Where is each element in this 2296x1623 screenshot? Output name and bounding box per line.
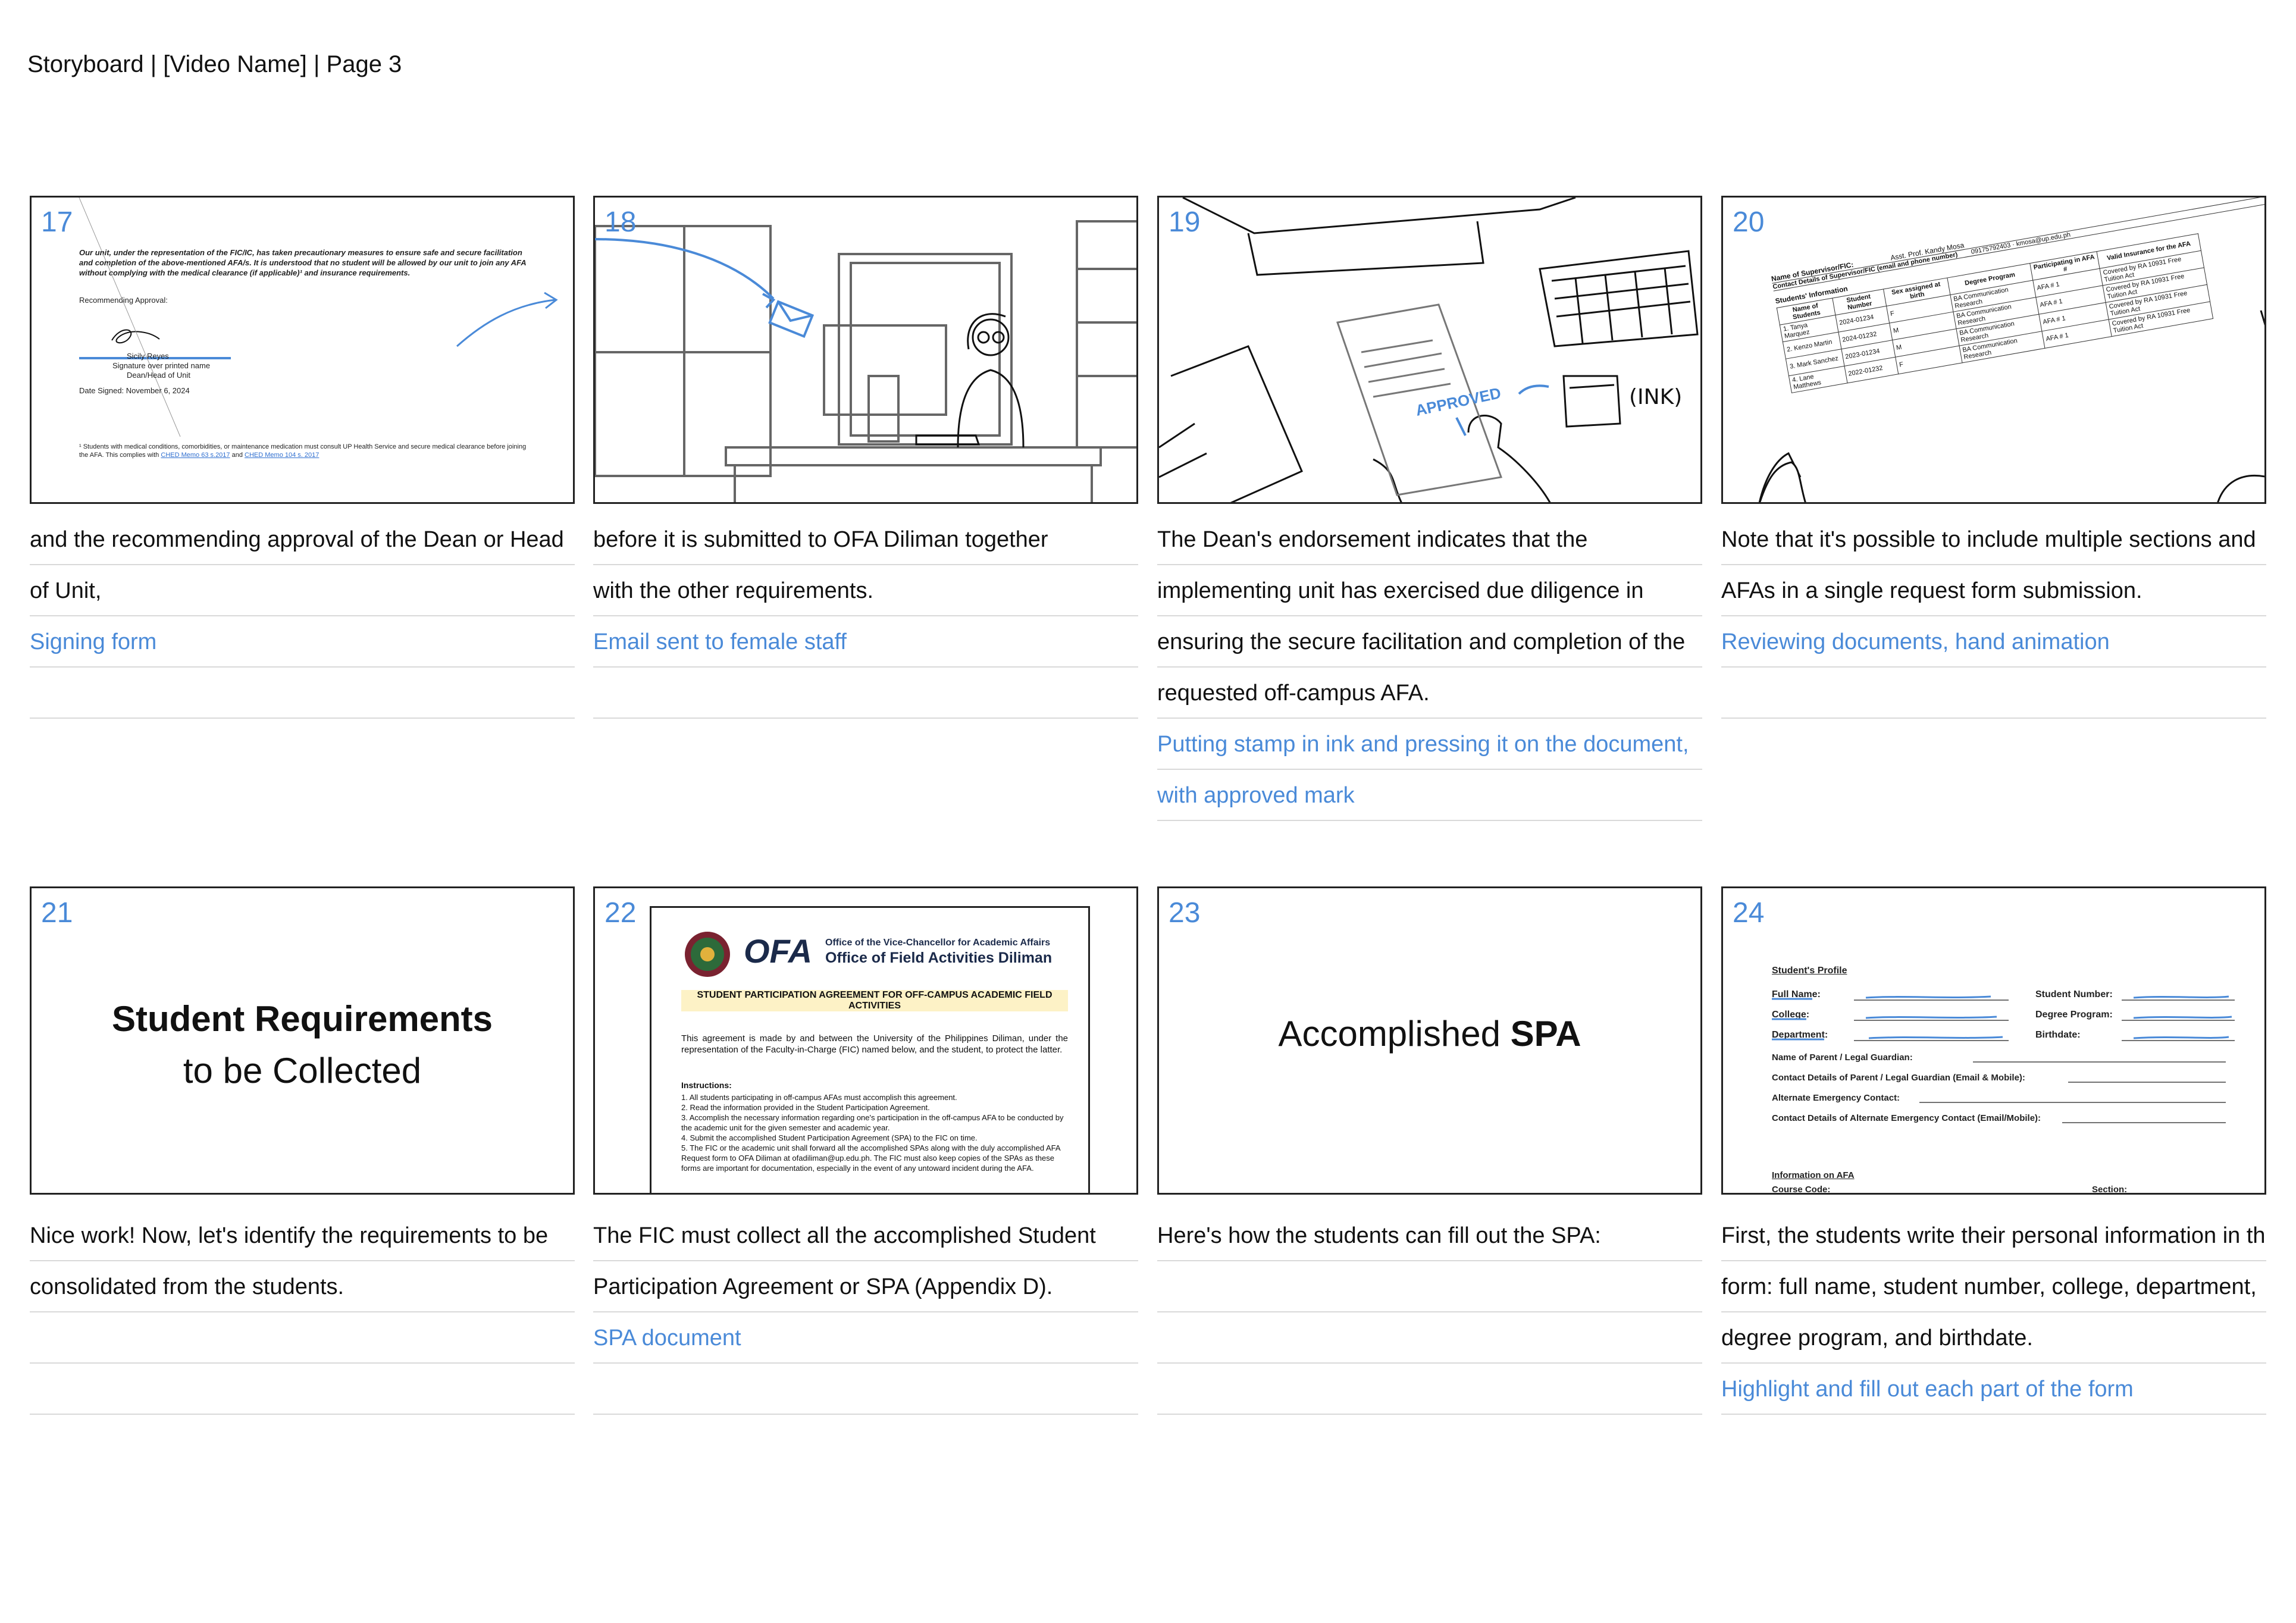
storyboard-frame-24: 24 Student's Profile Full Name: College:… [1721,886,2266,1195]
spa-document: OFA Office of the Vice-Chancellor for Ac… [650,906,1090,1193]
empty-line [30,1312,575,1364]
storyboard-frame-17: 17 Our unit, under the representation of… [30,196,575,504]
notes-20: Note that it's possible to include multi… [1721,514,2266,719]
notes-18: before it is submitted to OFA Diliman to… [593,514,1138,719]
notes-21: Nice work! Now, let's identify the requi… [30,1210,575,1415]
narration-line: with the other requirements. [593,565,1138,616]
office-scene-art [595,220,1136,502]
narration-line: First, the students write their personal… [1721,1210,2266,1261]
empty-line [1721,668,2266,719]
notes-17: and the recommending approval of the Dea… [30,514,575,719]
instruction-item: 3. Accomplish the necessary information … [681,1113,1064,1132]
spa-title: STUDENT PARTICIPATION AGREEMENT FOR OFF-… [681,990,1068,1011]
notes-22: The FIC must collect all the accomplishe… [593,1210,1138,1415]
frame-number: 22 [604,897,637,929]
storyboard-frame-20: 20 Name of Supervisor/FIC: Asst. Prof. K… [1721,196,2266,504]
empty-line [30,1364,575,1415]
narration-line: of Unit, [30,565,575,616]
action-line: Email sent to female staff [593,616,1138,668]
narration-line: Note that it's possible to include multi… [1721,514,2266,565]
alt-contact-label: Alternate Emergency Contact: [1772,1093,1900,1103]
empty-line [30,668,575,719]
frame-number: 19 [1169,206,1201,238]
up-seal-icon [685,932,730,977]
frame-number: 17 [41,206,73,238]
signer-role: Dean/Head of Unit [127,371,190,380]
empty-line [593,668,1138,719]
narration-line: implementing unit has exercised due dili… [1157,565,1702,616]
action-line: with approved mark [1157,770,1702,821]
ched-memo-63-link[interactable]: CHED Memo 63 s.2017 [161,452,230,459]
narration-line: form: full name, student number, college… [1721,1261,2266,1312]
title-light: Accomplished [1278,1014,1501,1054]
narration-line: and the recommending approval of the Dea… [30,514,575,565]
section-label: Section: [2092,1185,2128,1195]
ofa-logo: OFA [744,932,813,970]
form-fields-art [1772,995,2235,1123]
storyboard-frame-18: 18 [593,196,1138,504]
storyboard-frame-23: 23 Accomplished SPA [1157,886,1702,1195]
storyboard-frame-21: 21 Student Requirements to be Collected [30,886,575,1195]
empty-line [1157,1364,1702,1415]
notes-23: Here's how the students can fill out the… [1157,1210,1702,1415]
empty-line [1157,1261,1702,1312]
parent-contact-label: Contact Details of Parent / Legal Guardi… [1772,1073,2025,1083]
parent-label: Name of Parent / Legal Guardian: [1772,1052,1913,1063]
action-line: Reviewing documents, hand animation [1721,616,2266,668]
title-bold: SPA [1510,1014,1581,1054]
narration-line: before it is submitted to OFA Diliman to… [593,514,1138,565]
signer-caption: Signature over printed name [112,361,211,370]
footnote-join: and [231,452,243,459]
action-line: SPA document [593,1312,1138,1364]
ink-label: (INK) [1629,385,1683,409]
narration-line: Nice work! Now, let's identify the requi… [30,1210,575,1261]
signer-name: Sicily Reyes [127,352,169,361]
accomplished-spa-title: Accomplished SPA [1159,1013,1700,1054]
action-line: Highlight and fill out each part of the … [1721,1364,2266,1415]
storyboard-frame-22: 22 OFA Office of the Vice-Chancellor for… [593,886,1138,1195]
instruction-item: 5. The FIC or the academic unit shall fo… [681,1143,1060,1173]
narration-line: ensuring the secure facilitation and com… [1157,616,1702,668]
instruction-item: 2. Read the information provided in the … [681,1103,930,1112]
title-bold: Student Requirements [111,999,493,1039]
frame-number: 20 [1733,206,1765,238]
frame-number: 21 [41,897,73,929]
footnote: ¹ Students with medical conditions, como… [79,443,531,459]
instructions-label: Instructions: [681,1080,732,1090]
storyboard-frame-19: 19 APPROVED (INK) [1157,196,1702,504]
org-line-2: Office of Field Activities Diliman [825,950,1053,966]
frame-number: 23 [1169,897,1201,929]
notes-19: The Dean's endorsement indicates that th… [1157,514,1702,821]
action-line: Putting stamp in ink and pressing it on … [1157,719,1702,770]
empty-line [593,1364,1138,1415]
date-signed: Date Signed: November 6, 2024 [79,386,190,395]
narration-line: The FIC must collect all the accomplishe… [593,1210,1138,1261]
narration-line: Participation Agreement or SPA (Appendix… [593,1261,1138,1312]
frame-number: 18 [604,206,637,238]
narration-line: consolidated from the students. [30,1261,575,1312]
page-title: Storyboard | [Video Name] | Page 3 [27,51,402,77]
spa-intro: This agreement is made by and between th… [681,1033,1068,1055]
title-light: to be Collected [183,1051,422,1091]
narration-line: Here's how the students can fill out the… [1157,1210,1702,1261]
afa-info-title: Information on AFA [1772,1170,1855,1180]
instruction-item: 1. All students participating in off-cam… [681,1093,957,1102]
course-code-label: Course Code: [1772,1185,1831,1195]
narration-line: degree program, and birthdate. [1721,1312,2266,1364]
empty-line [1157,1312,1702,1364]
instruction-item: 4. Submit the accomplished Student Parti… [681,1133,978,1142]
narration-line: The Dean's endorsement indicates that th… [1157,514,1702,565]
instructions-list: 1. All students participating in off-cam… [681,1092,1068,1173]
narration-line: requested off-campus AFA. [1157,668,1702,719]
ched-memo-104-link[interactable]: CHED Memo 104 s. 2017 [245,452,319,459]
action-line: Signing form [30,616,575,668]
org-line-1: Office of the Vice-Chancellor for Academ… [825,938,1051,948]
frame-number: 24 [1733,897,1765,929]
notes-24: First, the students write their personal… [1721,1210,2266,1415]
narration-line: AFAs in a single request form submission… [1721,565,2266,616]
hand-art [1759,461,2264,502]
alt-contact-details-label: Contact Details of Alternate Emergency C… [1772,1113,2041,1123]
desk-stamp-art [1159,198,1699,502]
